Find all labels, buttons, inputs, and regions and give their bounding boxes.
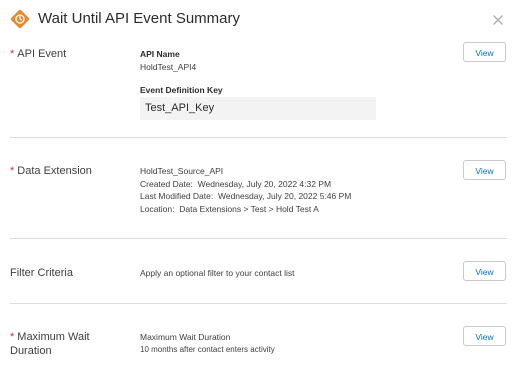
modal-header: Wait Until API Event Summary (0, 0, 520, 40)
max-wait-heading: Maximum Wait Duration (140, 332, 231, 342)
event-key-field[interactable]: Test_API_Key (140, 97, 376, 120)
event-key-heading: Event Definition Key (140, 85, 223, 95)
required-marker: * (10, 331, 15, 343)
filter-criteria-section: Filter Criteria Apply an optional filter… (10, 239, 507, 304)
created-date-row: Created Date: Wednesday, July 20, 2022 4… (140, 178, 332, 189)
data-extension-name: HoldTest_Source_API (140, 166, 224, 176)
api-name-value: HoldTest_API4 (140, 61, 197, 72)
data-extension-label: * Data Extension (10, 165, 92, 177)
filter-criteria-label: Filter Criteria (10, 267, 73, 279)
required-marker: * (10, 48, 15, 60)
api-event-view-button[interactable]: View (463, 42, 506, 62)
filter-criteria-view-button[interactable]: View (463, 261, 506, 281)
data-extension-view-button[interactable]: View (463, 160, 506, 180)
max-wait-value: 10 months after contact enters activity (140, 344, 275, 354)
api-name-block: API Name HoldTest_API4 (140, 48, 196, 73)
data-extension-section: * Data Extension HoldTest_Source_API Crea… (10, 138, 507, 239)
max-wait-view-button[interactable]: View (463, 326, 506, 346)
location-row: Location: Data Extensions > Test > Hold … (140, 203, 319, 214)
modified-date-row: Last Modified Date: Wednesday, July 20, … (140, 191, 352, 201)
required-marker: * (10, 165, 15, 177)
close-icon[interactable] (490, 12, 506, 28)
api-event-section: * API Event API Name HoldTest_API4 Event … (10, 40, 507, 138)
max-wait-label: * Maximum Wait Duration (10, 331, 90, 357)
filter-criteria-description: Apply an optional filter to your contact… (140, 268, 295, 278)
event-key-block: Event Definition Key (140, 84, 223, 97)
modal-title: Wait Until API Event Summary (38, 10, 241, 27)
api-event-label: * API Event (10, 48, 67, 60)
data-extension-details: HoldTest_Source_API Created Date: Wednes… (140, 165, 351, 215)
max-wait-details: Maximum Wait Duration 10 months after co… (140, 331, 275, 356)
wait-until-icon (10, 9, 30, 29)
max-wait-section: * Maximum Wait Duration Maximum Wait Dura… (10, 304, 507, 372)
api-name-heading: API Name (140, 49, 180, 59)
